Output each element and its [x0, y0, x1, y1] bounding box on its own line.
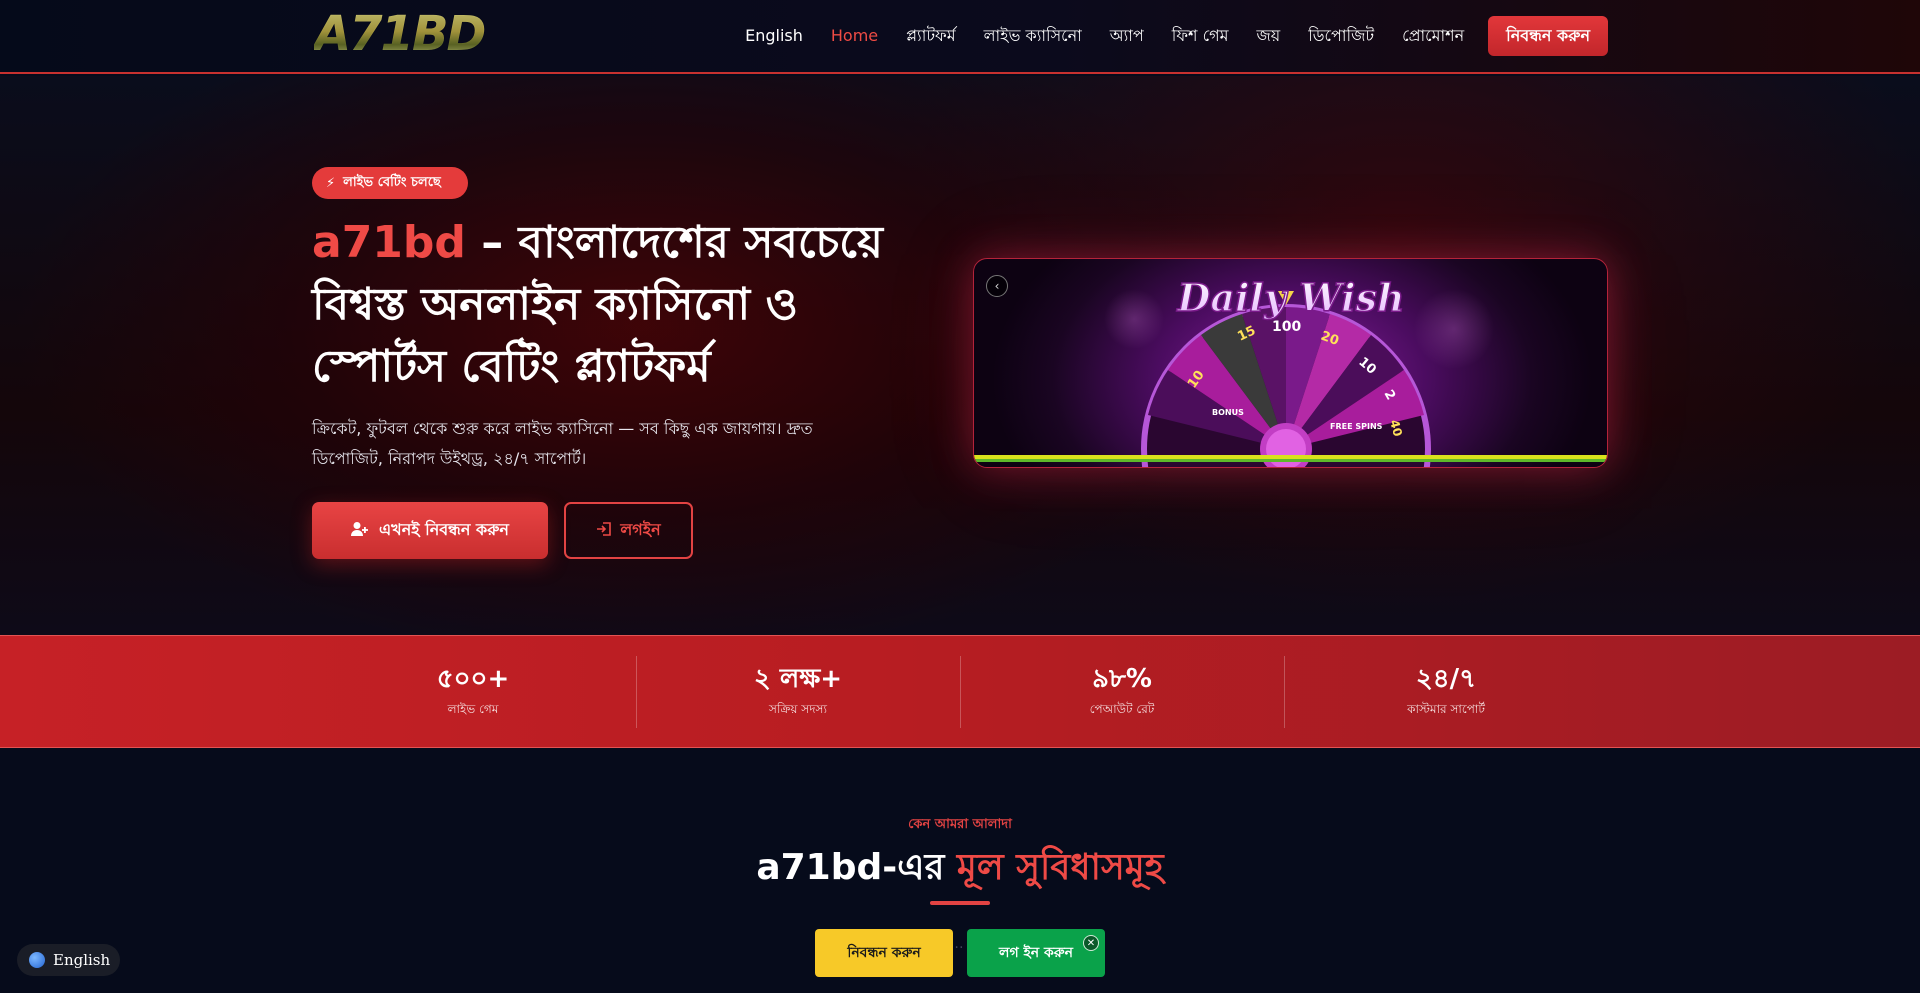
nav-link-win[interactable]: জয় — [1242, 16, 1294, 56]
stat-label: পেআউট রেট — [1089, 702, 1155, 716]
features-title-accent: মূল সুবিধাসমূহ — [956, 847, 1164, 888]
daily-wish-title: Daily Wish — [1176, 275, 1404, 320]
features-title-plain: a71bd-এর — [756, 847, 957, 888]
live-betting-badge: ⚡ লাইভ বেটিং চলছে — [312, 167, 468, 199]
badge-label: লাইভ বেটিং চলছে — [343, 174, 441, 190]
nav-register-button[interactable]: নিবন্ধন করুন — [1488, 16, 1608, 56]
stat-label: লাইভ গেম — [447, 702, 499, 716]
stats-bar: ৫০০+ লাইভ গেম ২ লক্ষ+ সক্রিয় সদস্য ৯৮% … — [0, 635, 1920, 748]
login-label: লগইন — [620, 520, 661, 539]
lightning-icon: ⚡ — [326, 175, 336, 191]
language-label: English — [53, 951, 111, 969]
top-navbar: A71BD English Home প্ল্যাটফর্ম লাইভ ক্যা… — [0, 0, 1920, 74]
features-eyebrow: কেন আমরা আলাদা — [908, 817, 1012, 832]
daily-wish-wheel-graphic: 10 15 100 20 10 2 40 BONUS FREE SPINS Da… — [974, 274, 1607, 467]
nav-link-fish-game[interactable]: ফিশ গেম — [1158, 16, 1243, 56]
hero-title: a71bd – বাংলাদেশের সবচেয়ে বিশ্বস্ত অনলা… — [312, 212, 932, 398]
register-now-button[interactable]: এখনই নিবন্ধন করুন — [312, 502, 548, 559]
stat-value: ২৪/৭ — [1415, 664, 1477, 694]
register-now-label: এখনই নিবন্ধন করুন — [379, 520, 509, 539]
features-section: কেন আমরা আলাদা a71bd-এর মূল সুবিধাসমূহ আ… — [0, 748, 1920, 993]
nav-link-deposit[interactable]: ডিপোজিট — [1294, 16, 1388, 56]
login-icon — [596, 521, 612, 541]
nav-link-promotion[interactable]: প্রোমোশন — [1388, 16, 1478, 56]
floating-register-button[interactable]: নিবন্ধন করুন — [815, 929, 953, 977]
svg-text:FREE SPINS: FREE SPINS — [1330, 422, 1383, 431]
hero-subtitle: ক্রিকেট, ফুটবল থেকে শুরু করে লাইভ ক্যাসি… — [312, 419, 813, 468]
site-logo[interactable]: A71BD — [314, 8, 528, 60]
main-nav: English Home প্ল্যাটফর্ম লাইভ ক্যাসিনো অ… — [731, 16, 1608, 56]
stat-value: ৯৮% — [1092, 664, 1152, 694]
stat-payout-rate: ৯৮% পেআউট রেট — [960, 636, 1284, 749]
stat-label: সক্রিয় সদস্য — [769, 702, 827, 716]
stat-live-games: ৫০০+ লাইভ গেম — [311, 636, 635, 749]
globe-icon — [29, 952, 45, 968]
floating-login-button[interactable]: লগ ইন করুন ✕ — [967, 929, 1105, 977]
hero-section: ⚡ লাইভ বেটিং চলছে a71bd – বাংলাদেশের সবচ… — [0, 76, 1920, 635]
floating-login-label: লগ ইন করুন — [999, 945, 1073, 961]
stat-customer-support: ২৪/৭ কাস্টমার সাপোর্ট — [1284, 636, 1608, 749]
hero-title-brand: a71bd — [312, 217, 466, 268]
features-description: আমাদের প্ল্যাটফর্ম … দ্রুত, সুরক্ষিত এবং — [848, 936, 1072, 952]
user-plus-icon — [351, 521, 369, 541]
close-icon[interactable]: ✕ — [1083, 935, 1099, 951]
svg-text:100: 100 — [1272, 319, 1301, 335]
svg-text:BONUS: BONUS — [1212, 408, 1244, 417]
nav-link-live-casino[interactable]: লাইভ ক্যাসিনো — [970, 16, 1096, 56]
stat-value: ৫০০+ — [436, 664, 510, 694]
nav-link-home[interactable]: Home — [817, 16, 892, 56]
stat-active-members: ২ লক্ষ+ সক্রিয় সদস্য — [636, 636, 960, 749]
features-underline — [930, 901, 990, 905]
login-button[interactable]: লগইন — [564, 502, 693, 559]
language-switcher[interactable]: English — [17, 944, 120, 976]
carousel-prev-arrow[interactable]: ‹ — [986, 275, 1008, 297]
nav-link-english[interactable]: English — [731, 16, 817, 56]
nav-link-app[interactable]: অ্যাপ — [1096, 16, 1158, 56]
nav-link-platform[interactable]: প্ল্যাটফর্ম — [892, 16, 970, 56]
features-title: a71bd-এর মূল সুবিধাসমূহ — [0, 840, 1920, 900]
stat-value: ২ লক্ষ+ — [753, 664, 843, 694]
stat-label: কাস্টমার সাপোর্ট — [1407, 702, 1485, 716]
promo-banner-daily-wish[interactable]: 10 15 100 20 10 2 40 BONUS FREE SPINS Da… — [973, 258, 1608, 468]
